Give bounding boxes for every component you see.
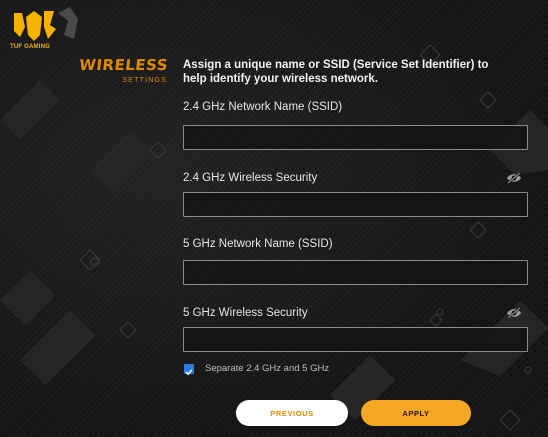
security-24-input[interactable]: [183, 192, 528, 217]
ssid-5-label: 5 GHz Network Name (SSID): [183, 238, 333, 250]
section-title: WIRELESS: [78, 56, 169, 74]
logo-text: TUF GAMING: [10, 44, 50, 50]
apply-button[interactable]: APPLY: [361, 400, 471, 426]
security-24-label: 2.4 GHz Wireless Security: [183, 172, 318, 184]
page-description: Assign a unique name or SSID (Service Se…: [183, 59, 489, 85]
eye-off-icon[interactable]: [506, 307, 522, 319]
checkmark-icon: [185, 369, 193, 376]
ssid-24-input[interactable]: [183, 125, 528, 150]
section-subtitle: SETTINGS: [122, 77, 167, 84]
separate-bands-checkbox[interactable]: [184, 364, 194, 376]
ssid-5-input[interactable]: [183, 260, 528, 285]
eye-off-icon[interactable]: [506, 172, 522, 184]
ssid-24-label: 2.4 GHz Network Name (SSID): [183, 101, 343, 113]
separate-bands-label: Separate 2.4 GHz and 5 GHz: [205, 363, 330, 374]
previous-button[interactable]: PREVIOUS: [236, 400, 348, 426]
security-5-input[interactable]: [183, 327, 528, 352]
security-5-label: 5 GHz Wireless Security: [183, 307, 308, 319]
